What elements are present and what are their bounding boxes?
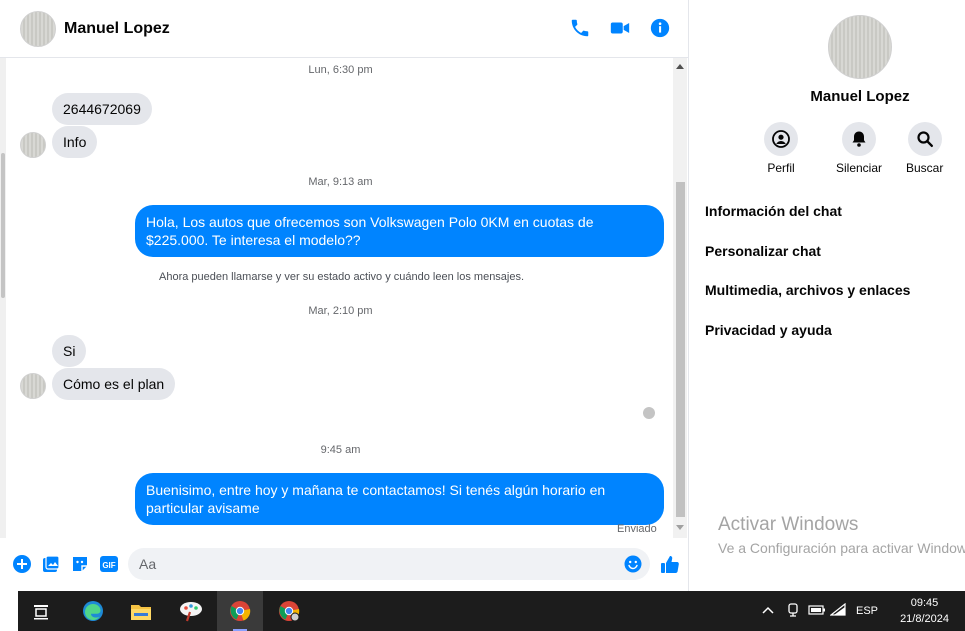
activation-watermark-title: Activar Windows	[718, 514, 859, 535]
timestamp: 9:45 am	[320, 444, 361, 456]
file-explorer-icon[interactable]	[118, 591, 164, 631]
profile-avatar[interactable]	[828, 15, 892, 79]
incoming-message[interactable]: Si	[52, 335, 87, 367]
profile-name: Manuel Lopez	[810, 88, 910, 105]
profile-action-buscar[interactable]: Buscar	[906, 122, 943, 175]
activation-watermark-subtitle: Ve a Configuración para activar Windows.	[718, 540, 965, 556]
phone-icon[interactable]	[569, 17, 591, 39]
timestamp: Lun, 6:30 pm	[308, 64, 373, 76]
composer: GIF	[0, 542, 689, 586]
gif-icon[interactable]: GIF	[99, 554, 119, 574]
outgoing-message[interactable]: Hola, Los autos que ofrecemos son Volksw…	[135, 205, 664, 257]
chrome-icon[interactable]	[217, 591, 263, 631]
battery-icon[interactable]	[808, 604, 830, 619]
sender-avatar	[20, 132, 46, 158]
chevron-up-icon[interactable]	[762, 605, 780, 618]
contact-avatar[interactable]	[20, 10, 56, 47]
profile-action-label: Perfil	[767, 161, 795, 175]
sender-avatar	[20, 373, 46, 399]
message-scrollbar[interactable]	[673, 58, 687, 538]
scroll-thumb[interactable]	[676, 182, 685, 517]
menu-item-media-files-links[interactable]: Multimedia, archivos y enlaces	[705, 282, 910, 298]
paint-icon[interactable]	[168, 591, 214, 631]
header-actions	[569, 17, 671, 39]
incoming-message[interactable]: Info	[52, 126, 98, 158]
plus-icon[interactable]	[12, 554, 32, 574]
menu-item-privacy-help[interactable]: Privacidad y ayuda	[705, 322, 832, 338]
seen-indicator-avatar	[643, 407, 655, 419]
incoming-message[interactable]: Cómo es el plan	[52, 368, 176, 400]
video-icon[interactable]	[609, 17, 631, 39]
profile-action-silenciar[interactable]: Silenciar	[836, 122, 882, 175]
profile-action-label: Silenciar	[836, 161, 883, 175]
message-input[interactable]	[128, 548, 650, 580]
meet-icon[interactable]	[786, 602, 808, 621]
clock-time: 09:45	[910, 597, 939, 609]
edge-icon[interactable]	[70, 591, 116, 631]
chat-panel: Manuel Lopez Lun, 6:30 pm 2644672069 Inf…	[0, 0, 689, 591]
windows-taskbar: ESP 09:45 21/8/2024	[0, 591, 965, 631]
system-tray: ESP	[762, 591, 878, 631]
chrome-profile-icon[interactable]	[266, 591, 312, 631]
image-icon[interactable]	[41, 554, 61, 574]
clock-date: 21/8/2024	[900, 613, 949, 625]
delivery-status: Enviado	[617, 523, 657, 535]
language-indicator[interactable]: ESP	[856, 605, 878, 617]
contact-name[interactable]: Manuel Lopez	[64, 20, 170, 38]
info-icon[interactable]	[649, 17, 671, 39]
incoming-message[interactable]: 2644672069	[52, 93, 152, 125]
system-note: Ahora pueden llamarse y ver su estado ac…	[159, 271, 525, 283]
timestamp: Mar, 9:13 am	[308, 176, 373, 188]
left-scroll-edge	[0, 58, 6, 538]
outgoing-message[interactable]: Buenisimo, entre hoy y mañana te contact…	[135, 473, 664, 525]
sticker-icon[interactable]	[70, 554, 90, 574]
task-view-icon[interactable]	[18, 591, 64, 631]
conversation-details-panel: Manuel Lopez Perfil Silenciar Buscar Inf…	[690, 0, 965, 591]
scroll-up-arrow[interactable]	[676, 64, 684, 69]
menu-item-chat-info[interactable]: Información del chat	[705, 203, 842, 219]
scroll-down-arrow[interactable]	[676, 525, 684, 530]
gif-label: GIF	[102, 561, 115, 570]
message-list: Lun, 6:30 pm 2644672069 Info Mar, 9:13 a…	[8, 58, 673, 538]
thumbs-up-icon[interactable]	[660, 554, 680, 574]
bell-icon[interactable]	[842, 122, 877, 156]
search-icon[interactable]	[907, 122, 942, 156]
menu-item-customize-chat[interactable]: Personalizar chat	[705, 243, 821, 259]
profile-action-label: Buscar	[906, 161, 944, 175]
profile-icon[interactable]	[764, 122, 798, 156]
emoji-icon[interactable]	[624, 555, 642, 573]
wifi-icon[interactable]	[829, 602, 852, 620]
messenger-app: Manuel Lopez Lun, 6:30 pm 2644672069 Inf…	[0, 0, 965, 591]
clock[interactable]: 09:45 21/8/2024	[900, 595, 949, 627]
chat-header: Manuel Lopez	[0, 0, 689, 58]
timestamp: Mar, 2:10 pm	[308, 305, 373, 317]
profile-action-perfil[interactable]: Perfil	[764, 122, 798, 175]
